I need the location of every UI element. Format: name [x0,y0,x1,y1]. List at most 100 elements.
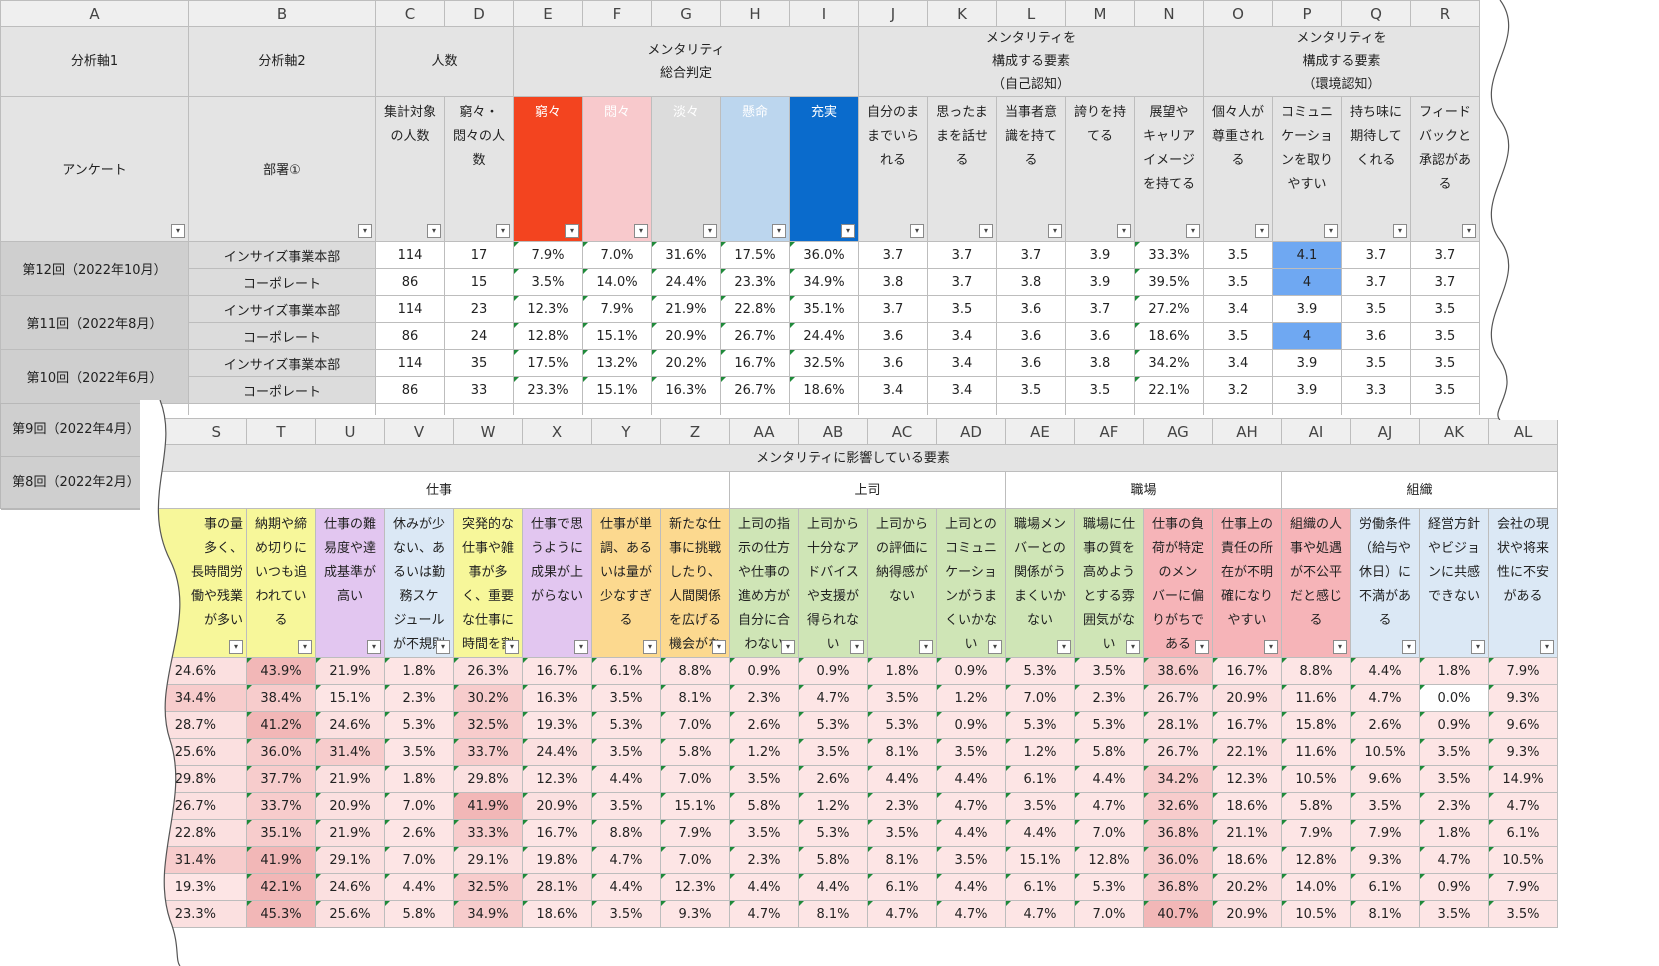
data-cell[interactable]: 4.4% [384,873,454,901]
data-cell[interactable]: 3.5% [936,846,1006,874]
filter-dropdown-icon[interactable]: ▾ [1057,640,1071,654]
data-cell[interactable]: 114 [375,241,445,269]
data-cell[interactable]: 3.5% [384,738,454,766]
filter-dropdown-icon[interactable]: ▾ [919,640,933,654]
data-cell[interactable]: 3.2 [1203,376,1273,404]
survey-round-label[interactable]: 第11回（2022年8月） [0,295,189,350]
data-cell[interactable]: 5.3% [798,819,868,847]
data-cell[interactable]: 9.3% [660,900,730,928]
data-cell[interactable]: 3.5% [729,765,799,793]
data-cell[interactable]: 3.5 [1203,241,1273,269]
filter-dropdown-icon[interactable]: ▾ [781,640,795,654]
data-cell[interactable]: 4.7% [936,900,1006,928]
data-cell[interactable]: 4.7% [1074,792,1144,820]
data-cell[interactable]: 3.7 [1341,241,1411,269]
data-cell[interactable]: 31.4% [315,738,385,766]
data-cell[interactable]: 86 [375,322,445,350]
filter-dropdown-icon[interactable]: ▾ [772,224,786,238]
data-cell[interactable]: 4.4% [729,873,799,901]
filter-dropdown-icon[interactable]: ▾ [505,640,519,654]
column-header[interactable]: Z [660,418,730,445]
data-cell[interactable]: 1.8% [1419,819,1489,847]
filter-dropdown-icon[interactable]: ▾ [1393,224,1407,238]
data-cell[interactable]: 32.6% [1143,792,1213,820]
column-header[interactable]: T [246,418,316,445]
data-cell[interactable]: 2.6% [384,819,454,847]
column-header[interactable]: U [315,418,385,445]
data-cell[interactable]: 22.1% [1134,376,1204,404]
data-cell[interactable]: 33.7% [453,738,523,766]
data-cell[interactable]: 36.0% [1143,846,1213,874]
data-cell[interactable]: 28.1% [522,873,592,901]
data-cell[interactable]: 19.8% [522,846,592,874]
data-cell[interactable]: 5.8% [1281,792,1351,820]
data-cell[interactable]: 17 [444,241,514,269]
dept-label[interactable]: コーポレート [188,268,376,296]
column-header[interactable]: O [1203,0,1273,27]
data-cell[interactable] [375,403,445,415]
data-cell[interactable]: 19.3% [522,711,592,739]
data-cell[interactable]: 16.7% [522,819,592,847]
column-header[interactable]: P [1272,0,1342,27]
data-cell[interactable]: 18.6% [522,900,592,928]
data-cell[interactable]: 12.3% [1212,765,1282,793]
data-cell[interactable] [1272,403,1342,415]
data-cell[interactable]: 4.4% [798,873,868,901]
data-cell[interactable]: 5.3% [1005,711,1075,739]
data-cell[interactable]: 2.3% [384,684,454,712]
data-cell[interactable]: 12.8% [1074,846,1144,874]
data-cell[interactable]: 14.0% [1281,873,1351,901]
data-cell[interactable]: 3.4 [1203,295,1273,323]
data-cell[interactable]: 6.1% [867,873,937,901]
data-cell[interactable]: 26.7% [720,376,790,404]
data-cell[interactable]: 114 [375,295,445,323]
column-header[interactable]: K [927,0,997,27]
data-cell[interactable]: 1.8% [384,657,454,685]
data-cell[interactable]: 8.8% [660,657,730,685]
column-header[interactable]: V [384,418,454,445]
data-cell[interactable]: 21.9% [315,765,385,793]
data-cell[interactable]: 1.8% [384,765,454,793]
data-cell[interactable]: 20.9% [315,792,385,820]
data-cell[interactable]: 37.7% [246,765,316,793]
data-cell[interactable]: 29.8% [453,765,523,793]
data-cell[interactable]: 3.5% [867,684,937,712]
data-cell[interactable]: 15 [444,268,514,296]
data-cell[interactable]: 8.8% [1281,657,1351,685]
filter-dropdown-icon[interactable]: ▾ [229,640,243,654]
data-cell[interactable]: 12.8% [1281,846,1351,874]
data-cell[interactable]: 3.5% [867,819,937,847]
data-cell[interactable]: 4.4% [936,765,1006,793]
data-cell[interactable]: 4.4% [591,765,661,793]
data-cell[interactable]: 22.8% [720,295,790,323]
data-cell[interactable]: 3.5% [1419,738,1489,766]
data-cell[interactable]: 15.8% [1281,711,1351,739]
data-cell[interactable]: 5.3% [591,711,661,739]
data-cell[interactable]: 16.3% [651,376,721,404]
data-cell[interactable]: 3.6 [996,349,1066,377]
data-cell[interactable]: 41.9% [453,792,523,820]
data-cell[interactable]: 20.9% [522,792,592,820]
filter-dropdown-icon[interactable]: ▾ [1255,224,1269,238]
filter-dropdown-icon[interactable]: ▾ [988,640,1002,654]
data-cell[interactable]: 15.1% [315,684,385,712]
data-cell[interactable]: 3.9 [1272,349,1342,377]
data-cell[interactable]: 30.2% [453,684,523,712]
filter-dropdown-icon[interactable]: ▾ [1402,640,1416,654]
data-cell[interactable]: 18.6% [1212,792,1282,820]
data-cell[interactable]: 38.6% [1143,657,1213,685]
data-cell[interactable]: 4.4% [1074,765,1144,793]
data-cell[interactable]: 5.8% [729,792,799,820]
data-cell[interactable]: 23.3% [513,376,583,404]
data-cell[interactable]: 0.0% [1419,684,1489,712]
data-cell[interactable]: 20.2% [1212,873,1282,901]
data-cell[interactable]: 3.5% [1005,792,1075,820]
data-cell[interactable]: 2.6% [729,711,799,739]
data-cell[interactable]: 2.6% [798,765,868,793]
data-cell[interactable]: 3.9 [1065,268,1135,296]
data-cell[interactable]: 34.2% [1134,349,1204,377]
data-cell[interactable]: 9.3% [1488,684,1558,712]
data-cell[interactable]: 8.1% [867,738,937,766]
data-cell[interactable]: 3.5% [513,268,583,296]
data-cell[interactable]: 15.1% [582,322,652,350]
